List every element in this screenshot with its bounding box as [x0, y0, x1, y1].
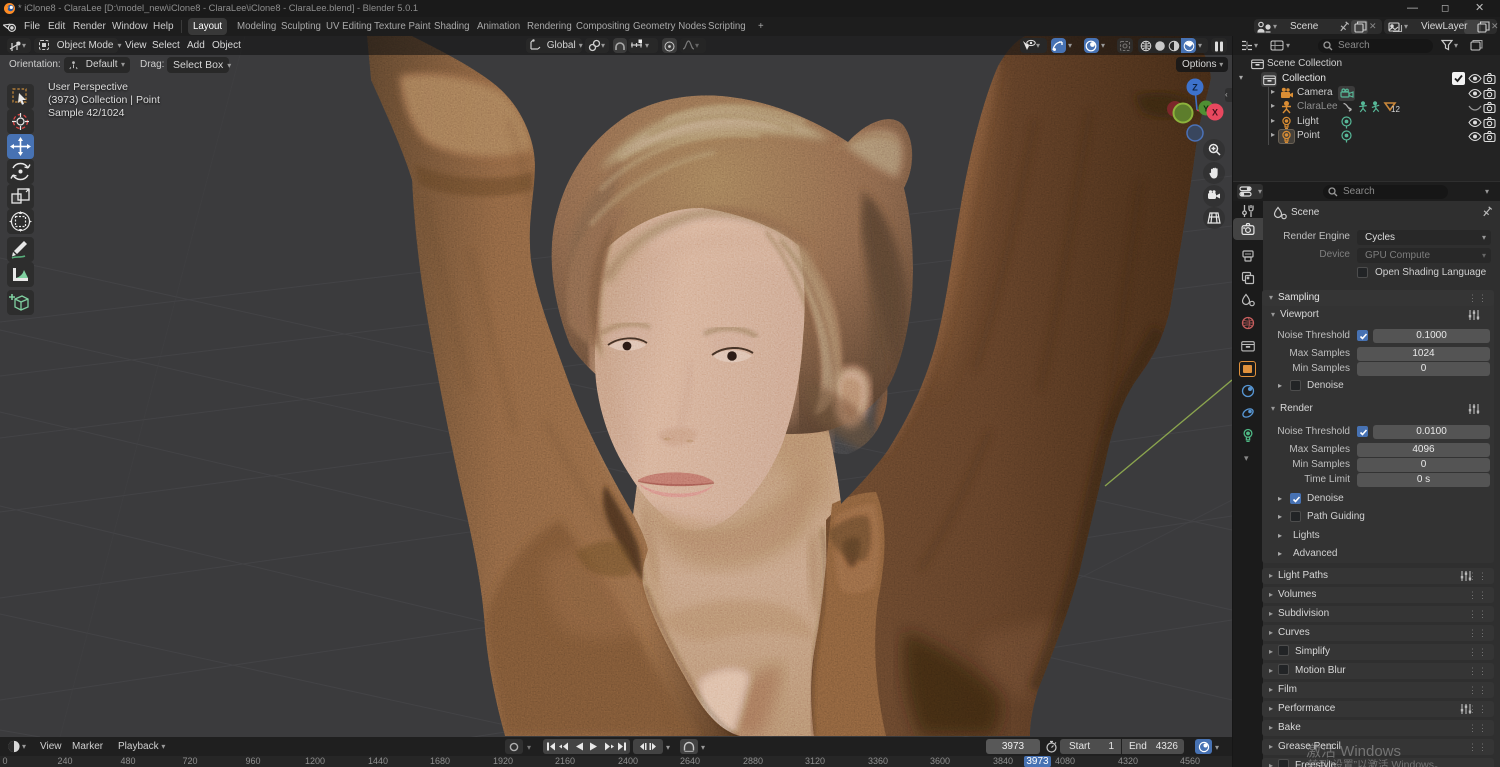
svg-text:X: X — [1212, 108, 1218, 118]
svg-text:Z: Z — [1192, 83, 1198, 93]
